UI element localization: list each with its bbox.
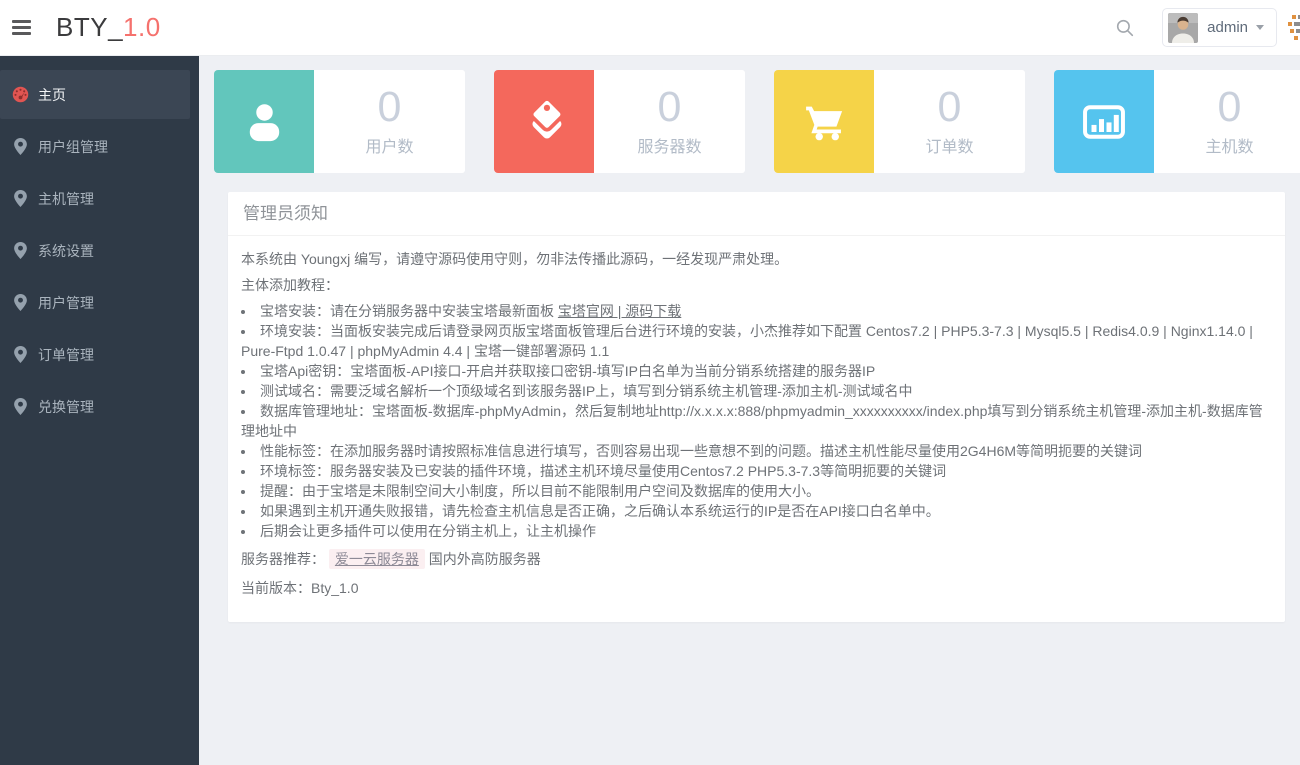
search-icon[interactable] — [1110, 13, 1140, 43]
sidebar-item-label: 主页 — [38, 86, 66, 103]
map-pin-icon — [11, 190, 29, 207]
tags-icon — [494, 70, 594, 173]
user-icon — [214, 70, 314, 173]
notice-list: 宝塔安装：请在分销服务器中安装宝塔最新面板 宝塔官网 | 源码下载环境安装：当面… — [241, 301, 1270, 541]
notice-panel: 管理员须知 本系统由 Youngxj 编写，请遵守源码使用守则，勿非法传播此源码… — [228, 192, 1285, 622]
sidebar-item-label: 订单管理 — [38, 346, 94, 363]
notice-list-item: 宝塔安装：请在分销服务器中安装宝塔最新面板 宝塔官网 | 源码下载 — [241, 301, 1270, 321]
map-pin-icon — [11, 346, 29, 363]
notice-list-item: 后期会让更多插件可以使用在分销主机上，让主机操作 — [241, 521, 1270, 541]
dashboard-icon — [11, 86, 29, 103]
stat-value: 0 — [377, 83, 402, 131]
recommend-label: 服务器推荐： — [241, 551, 325, 567]
sidebar-item-label: 兑换管理 — [38, 398, 94, 415]
topbar-right: admin — [1110, 8, 1300, 47]
recommend-link[interactable]: 爱一云服务器 — [328, 549, 425, 569]
version-value: Bty_1.0 — [311, 580, 359, 596]
logo-version: 1.0 — [123, 12, 161, 42]
sidebar-item-订单管理[interactable]: 订单管理 — [0, 330, 199, 379]
stat-card: 0 用户数 — [214, 70, 465, 173]
stat-value: 0 — [1217, 83, 1242, 131]
notice-list-item: 如果遇到主机开通失败报错，请先检查主机信息是否正确，之后确认本系统运行的IP是否… — [241, 501, 1270, 521]
sidebar-item-label: 用户组管理 — [38, 138, 108, 155]
version-label: 当前版本： — [241, 580, 311, 596]
tasks-icon[interactable] — [1285, 15, 1300, 40]
notice-list-item: 环境安装：当面板安装完成后请登录网页版宝塔面板管理后台进行环境的安装，小杰推荐如… — [241, 321, 1270, 361]
stat-label: 用户数 — [365, 139, 414, 156]
notice-list-item: 提醒：由于宝塔是未限制空间大小制度，所以目前不能限制用户空间及数据库的使用大小。 — [241, 481, 1270, 501]
map-pin-icon — [11, 138, 29, 155]
cart-icon — [774, 70, 874, 173]
panel-title: 管理员须知 — [228, 192, 1285, 236]
stat-card: 0 主机数 — [1054, 70, 1300, 173]
user-name: admin — [1207, 19, 1248, 36]
stat-value: 0 — [937, 83, 962, 131]
menu-toggle-icon[interactable] — [4, 8, 44, 48]
notice-tutorial-heading: 主体添加教程： — [241, 277, 339, 293]
chart-icon — [1054, 70, 1154, 173]
sidebar-item-主机管理[interactable]: 主机管理 — [0, 174, 199, 223]
stat-label: 服务器数 — [637, 139, 702, 156]
sidebar-item-用户管理[interactable]: 用户管理 — [0, 278, 199, 327]
map-pin-icon — [11, 242, 29, 259]
notice-intro: 本系统由 Youngxj 编写，请遵守源码使用守则，勿非法传播此源码，一经发现严… — [241, 251, 789, 267]
sidebar-item-兑换管理[interactable]: 兑换管理 — [0, 382, 199, 431]
sidebar-item-label: 主机管理 — [38, 190, 94, 207]
stat-cards: 0 用户数 0 服务器数 0 订单数 0 主机数 — [214, 70, 1300, 173]
notice-item-link[interactable]: 宝塔官网 | 源码下载 — [558, 303, 681, 319]
stat-label: 订单数 — [925, 139, 974, 156]
notice-list-item: 环境标签：服务器安装及已安装的插件环境，描述主机环境尽量使用Centos7.2 … — [241, 461, 1270, 481]
notice-list-item: 测试域名：需要泛域名解析一个顶级域名到该服务器IP上，填写到分销系统主机管理-添… — [241, 381, 1270, 401]
sidebar-item-系统设置[interactable]: 系统设置 — [0, 226, 199, 275]
recommend-suffix: 国内外高防服务器 — [428, 551, 541, 567]
sidebar-item-label: 用户管理 — [38, 294, 94, 311]
sidebar: 主页 用户组管理 主机管理 系统设置 用户管理 订单管理 兑换管理 — [0, 56, 199, 765]
sidebar-item-label: 系统设置 — [38, 242, 94, 259]
server-recommend-line: 服务器推荐： 爱一云服务器 国内外高防服务器 — [241, 549, 1270, 569]
topbar: BTY_1.0 admin — [0, 0, 1300, 56]
sidebar-item-用户组管理[interactable]: 用户组管理 — [0, 122, 199, 171]
stat-card: 0 服务器数 — [494, 70, 745, 173]
map-pin-icon — [11, 398, 29, 415]
stat-card: 0 订单数 — [774, 70, 1025, 173]
notice-list-item: 数据库管理地址：宝塔面板-数据库-phpMyAdmin，然后复制地址http:/… — [241, 401, 1270, 441]
avatar — [1168, 12, 1199, 43]
app-logo: BTY_1.0 — [56, 12, 161, 43]
chevron-down-icon — [1256, 25, 1264, 30]
panel-body: 本系统由 Youngxj 编写，请遵守源码使用守则，勿非法传播此源码，一经发现严… — [228, 236, 1285, 622]
sidebar-item-主页[interactable]: 主页 — [0, 70, 190, 119]
stat-label: 主机数 — [1205, 139, 1254, 156]
map-pin-icon — [11, 294, 29, 311]
notice-list-item: 性能标签：在添加服务器时请按照标准信息进行填写，否则容易出现一些意想不到的问题。… — [241, 441, 1270, 461]
logo-prefix: BTY_ — [56, 12, 124, 42]
stat-value: 0 — [657, 83, 682, 131]
user-menu[interactable]: admin — [1162, 8, 1277, 47]
notice-list-item: 宝塔Api密钥：宝塔面板-API接口-开启并获取接口密钥-填写IP白名单为当前分… — [241, 361, 1270, 381]
version-line: 当前版本：Bty_1.0 — [241, 578, 1270, 598]
